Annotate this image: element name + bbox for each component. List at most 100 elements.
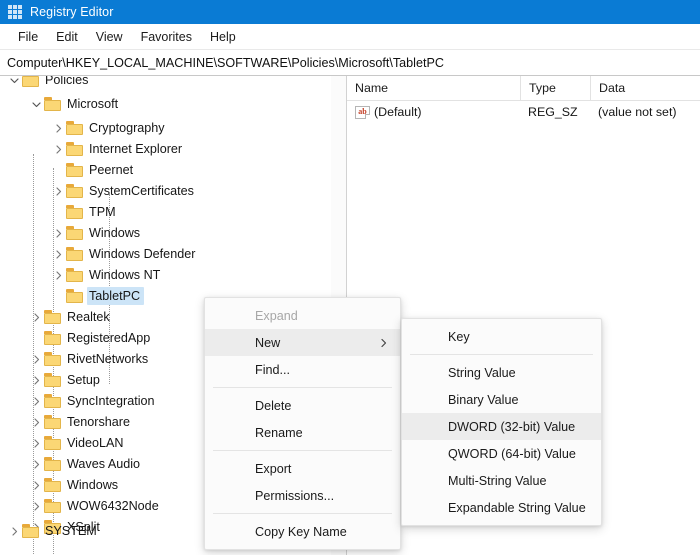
tree-item-label: Tenorshare [67, 416, 130, 429]
tree-item-label: Waves Audio [67, 458, 140, 471]
tree-item-label: Realtek [67, 311, 110, 324]
folder-icon [22, 76, 39, 87]
folder-icon [66, 184, 83, 198]
folder-icon [66, 121, 83, 135]
menu-item-label: Delete [255, 399, 291, 413]
tree-item-label: RivetNetworks [67, 353, 148, 366]
column-header-data[interactable]: Data [590, 76, 700, 100]
context-menu-item-expand: Expand [205, 302, 400, 329]
folder-icon [44, 436, 61, 450]
menu-item-label: Permissions... [255, 489, 334, 503]
menu-separator [213, 513, 392, 514]
context-menu-item-delete[interactable]: Delete [205, 392, 400, 419]
tree-item-label: Windows [67, 479, 118, 492]
tree-item-label: RegisteredApp [67, 332, 150, 345]
menu-item-label: Expand [255, 309, 298, 323]
menu-separator [410, 354, 593, 355]
menu-bar: File Edit View Favorites Help [0, 24, 700, 50]
folder-icon [44, 310, 61, 324]
context-menu-item-copy-key-name[interactable]: Copy Key Name [205, 518, 400, 545]
menu-item-label: Rename [255, 426, 303, 440]
context-menu-item-new[interactable]: New [205, 329, 400, 356]
folder-icon [44, 415, 61, 429]
window-title: Registry Editor [30, 5, 113, 19]
submenu-item-dword-32-bit-value[interactable]: DWORD (32-bit) Value [402, 413, 601, 440]
tree-item-label: Windows NT [89, 269, 160, 282]
context-menu[interactable]: Expand New Find... Delete Rename Export Permis… [204, 297, 401, 550]
chevron-down-icon[interactable] [6, 76, 22, 92]
tree-item-label: Setup [67, 374, 100, 387]
tree-item-label: Internet Explorer [89, 143, 182, 156]
folder-icon [66, 268, 83, 282]
menu-item-label: Multi-String Value [448, 474, 546, 488]
folder-icon [66, 247, 83, 261]
folder-icon [66, 163, 83, 177]
value-type-cell: REG_SZ [520, 101, 590, 123]
menu-file[interactable]: File [9, 28, 47, 46]
value-name-text: (Default) [374, 105, 422, 119]
tree-item-label: WOW6432Node [67, 500, 159, 513]
tree-item-microsoft[interactable]: Microsoft [28, 92, 118, 116]
submenu-item-expandable-string-value[interactable]: Expandable String Value [402, 494, 601, 521]
folder-icon [44, 373, 61, 387]
menu-favorites[interactable]: Favorites [132, 28, 201, 46]
menu-view[interactable]: View [87, 28, 132, 46]
folder-icon [44, 331, 61, 345]
context-menu-item-rename[interactable]: Rename [205, 419, 400, 446]
column-header-type[interactable]: Type [520, 76, 590, 100]
menu-item-label: DWORD (32-bit) Value [448, 420, 575, 434]
submenu-item-binary-value[interactable]: Binary Value [402, 386, 601, 413]
tree-item-label: TabletPC [87, 287, 144, 306]
menu-item-label: Find... [255, 363, 290, 377]
menu-separator [213, 450, 392, 451]
title-bar: Registry Editor [0, 0, 700, 24]
context-menu-item-export[interactable]: Export [205, 455, 400, 482]
new-submenu[interactable]: Key String ValueBinary Value DWORD (32-bit… [401, 318, 602, 526]
registry-editor-window: Registry Editor File Edit View Favorites… [0, 0, 700, 555]
column-header-name[interactable]: Name [347, 76, 520, 100]
folder-icon [66, 226, 83, 240]
submenu-item-string-value[interactable]: String Value [402, 359, 601, 386]
submenu-item-key[interactable]: Key [402, 323, 601, 350]
folder-icon [22, 524, 39, 538]
folder-icon [44, 499, 61, 513]
menu-item-label: New [255, 336, 280, 350]
menu-item-label: Export [255, 462, 291, 476]
address-bar[interactable]: Computer\HKEY_LOCAL_MACHINE\SOFTWARE\Pol… [0, 51, 700, 76]
table-row[interactable]: ab (Default) REG_SZ (value not set) [347, 101, 700, 123]
folder-icon [66, 142, 83, 156]
menu-item-label: Key [448, 330, 470, 344]
menu-item-label: QWORD (64-bit) Value [448, 447, 576, 461]
submenu-item-multi-string-value[interactable]: Multi-String Value [402, 467, 601, 494]
value-data-cell: (value not set) [590, 101, 700, 123]
tree-item-label: SystemCertificates [89, 185, 194, 198]
menu-edit[interactable]: Edit [47, 28, 87, 46]
folder-icon [66, 205, 83, 219]
value-column-header: Name Type Data [347, 76, 700, 101]
menu-help[interactable]: Help [201, 28, 245, 46]
submenu-item-qword-64-bit-value[interactable]: QWORD (64-bit) Value [402, 440, 601, 467]
folder-icon [44, 457, 61, 471]
tree-item-label: Peernet [89, 164, 133, 177]
tree-item-label: Windows [89, 227, 140, 240]
menu-item-label: Expandable String Value [448, 501, 586, 515]
string-value-ab-icon: ab [355, 106, 370, 119]
registry-grid-icon [8, 5, 22, 19]
context-menu-item-permissions[interactable]: Permissions... [205, 482, 400, 509]
chevron-down-icon[interactable] [28, 92, 44, 116]
value-name-cell: ab (Default) [347, 101, 520, 123]
tree-item-label: Windows Defender [89, 248, 195, 261]
chevron-right-icon[interactable] [6, 519, 22, 543]
tree-item-policies[interactable]: Policies [6, 76, 88, 92]
tree-item-system[interactable]: SYSTEM [6, 519, 97, 543]
registry-path: Computer\HKEY_LOCAL_MACHINE\SOFTWARE\Pol… [7, 56, 444, 70]
folder-icon [44, 394, 61, 408]
menu-separator [213, 387, 392, 388]
tree-item-label: VideoLAN [67, 437, 123, 450]
folder-icon [44, 352, 61, 366]
tree-item-label: TPM [89, 206, 116, 219]
folder-icon [66, 289, 83, 303]
chevron-right-icon [379, 338, 388, 347]
context-menu-item-find[interactable]: Find... [205, 356, 400, 383]
tree-item-label: SyncIntegration [67, 395, 155, 408]
